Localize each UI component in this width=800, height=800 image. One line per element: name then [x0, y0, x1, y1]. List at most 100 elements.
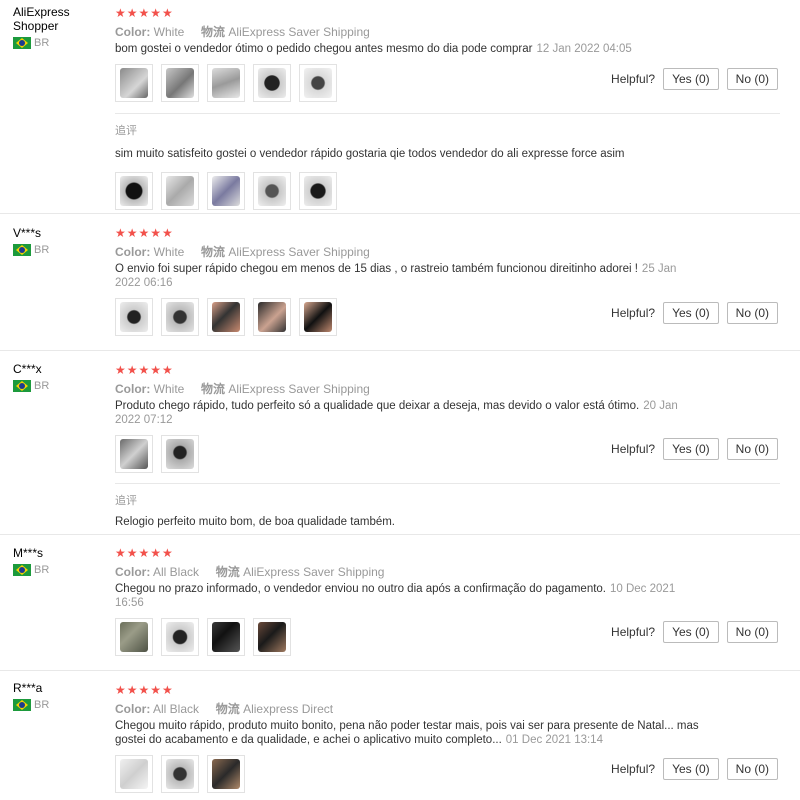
color-label: Color: — [115, 702, 151, 716]
helpful-label: Helpful? — [611, 442, 656, 456]
helpful-yes-button[interactable]: Yes (0) — [663, 68, 719, 90]
color-value: All Black — [153, 565, 200, 579]
followup-photo[interactable] — [115, 172, 153, 210]
reviewer-name: C***x — [13, 362, 42, 376]
review-photo[interactable] — [207, 64, 245, 102]
brazil-flag-icon — [13, 380, 31, 392]
review-photo[interactable] — [161, 755, 199, 793]
helpful-no-button[interactable]: No (0) — [726, 758, 778, 780]
shipping-value: AliExpress Saver Shipping — [228, 25, 370, 39]
followup-photo[interactable] — [207, 172, 245, 210]
shipping-value: AliExpress Saver Shipping — [243, 565, 385, 579]
review-meta: Color: White 物流 AliExpress Saver Shippin… — [115, 24, 780, 40]
country-code: BR — [34, 564, 50, 576]
reviewer-country: BR — [13, 37, 105, 49]
helpful-label: Helpful? — [611, 762, 656, 776]
brazil-flag-icon — [13, 564, 31, 576]
review-photo[interactable] — [115, 755, 153, 793]
followup-label: 追评 — [115, 495, 137, 507]
helpful-no-button[interactable]: No (0) — [726, 68, 778, 90]
color-label: Color: — [115, 565, 151, 579]
followup-section: 追评 Relogio perfeito muito bom, de boa qu… — [115, 483, 780, 528]
review-card: C***x BR ★★★★★ Color: White 物流 AliExpres… — [0, 351, 800, 535]
review-photo[interactable] — [253, 64, 291, 102]
review-photo[interactable] — [299, 298, 337, 336]
reviewer-info: R***a BR — [13, 681, 105, 711]
followup-text: Relogio perfeito muito bom, de boa quali… — [115, 516, 396, 528]
followup-photo[interactable] — [299, 172, 337, 210]
review-photo[interactable] — [161, 298, 199, 336]
review-photo[interactable] — [161, 618, 199, 656]
color-value: All Black — [153, 702, 200, 716]
helpful-vote: Helpful? Yes (0) No (0) — [611, 621, 778, 643]
brazil-flag-icon — [13, 244, 31, 256]
review-photo[interactable] — [253, 298, 291, 336]
review-photo[interactable] — [161, 64, 199, 102]
review-photo[interactable] — [161, 435, 199, 473]
reviewer-name: V***s — [13, 226, 42, 240]
review-meta: Color: White 物流 AliExpress Saver Shippin… — [115, 381, 780, 397]
followup-section: 追评 sim muito satisfeito gostei o vendedo… — [115, 113, 780, 210]
country-code: BR — [34, 37, 50, 49]
reviewer-name: R***a — [13, 681, 43, 695]
review-photo[interactable] — [115, 298, 153, 336]
review-photo[interactable] — [299, 64, 337, 102]
followup-photo[interactable] — [253, 172, 291, 210]
helpful-yes-button[interactable]: Yes (0) — [663, 621, 719, 643]
review-photo[interactable] — [207, 618, 245, 656]
review-text: O envio foi super rápido chegou em menos… — [115, 263, 677, 289]
brazil-flag-icon — [13, 699, 31, 711]
review-date: 12 Jan 2022 04:05 — [536, 43, 632, 55]
followup-label: 追评 — [115, 125, 137, 137]
helpful-vote: Helpful? Yes (0) No (0) — [611, 68, 778, 90]
helpful-yes-button[interactable]: Yes (0) — [663, 302, 719, 324]
helpful-vote: Helpful? Yes (0) No (0) — [611, 302, 778, 324]
helpful-label: Helpful? — [611, 72, 656, 86]
reviewer-country: BR — [13, 380, 105, 392]
review-photo[interactable] — [115, 64, 153, 102]
helpful-label: Helpful? — [611, 625, 656, 639]
helpful-no-button[interactable]: No (0) — [726, 302, 778, 324]
helpful-no-button[interactable]: No (0) — [726, 438, 778, 460]
review-text: Chegou muito rápido, produto muito bonit… — [115, 720, 699, 746]
reviewer-country: BR — [13, 699, 105, 711]
reviewer-info: C***x BR — [13, 362, 105, 392]
reviewer-info: V***s BR — [13, 226, 105, 256]
helpful-yes-button[interactable]: Yes (0) — [663, 438, 719, 460]
color-value: White — [153, 245, 185, 259]
review-photo[interactable] — [207, 755, 245, 793]
shipping-value: Aliexpress Direct — [243, 702, 334, 716]
review-meta: Color: White 物流 AliExpress Saver Shippin… — [115, 244, 780, 260]
helpful-no-button[interactable]: No (0) — [726, 621, 778, 643]
helpful-vote: Helpful? Yes (0) No (0) — [611, 758, 778, 780]
star-rating: ★★★★★ — [115, 683, 174, 697]
followup-photos — [115, 172, 780, 210]
review-card: M***s BR ★★★★★ Color: All Black 物流 AliEx… — [0, 535, 800, 671]
color-label: Color: — [115, 245, 151, 259]
star-rating: ★★★★★ — [115, 226, 174, 240]
shipping-label: 物流 — [215, 565, 240, 579]
shipping-value: AliExpress Saver Shipping — [228, 245, 370, 259]
reviewer-name: M***s — [13, 546, 44, 560]
review-photo[interactable] — [115, 618, 153, 656]
review-photo[interactable] — [207, 298, 245, 336]
reviewer-country: BR — [13, 564, 105, 576]
followup-photo[interactable] — [161, 172, 199, 210]
helpful-label: Helpful? — [611, 306, 656, 320]
color-label: Color: — [115, 25, 151, 39]
reviewer-info: M***s BR — [13, 546, 105, 576]
brazil-flag-icon — [13, 37, 31, 49]
review-card: AliExpress Shopper BR ★★★★★ Color: White… — [0, 0, 800, 214]
followup-text: sim muito satisfeito gostei o vendedor r… — [115, 148, 625, 160]
color-value: White — [153, 382, 185, 396]
color-value: White — [153, 25, 185, 39]
review-date: 01 Dec 2021 13:14 — [505, 734, 603, 746]
review-text: Chegou no prazo informado, o vendedor en… — [115, 583, 676, 609]
star-rating: ★★★★★ — [115, 546, 174, 560]
shipping-label: 物流 — [215, 702, 240, 716]
helpful-vote: Helpful? Yes (0) No (0) — [611, 438, 778, 460]
review-photo[interactable] — [253, 618, 291, 656]
country-code: BR — [34, 244, 50, 256]
review-photo[interactable] — [115, 435, 153, 473]
helpful-yes-button[interactable]: Yes (0) — [663, 758, 719, 780]
